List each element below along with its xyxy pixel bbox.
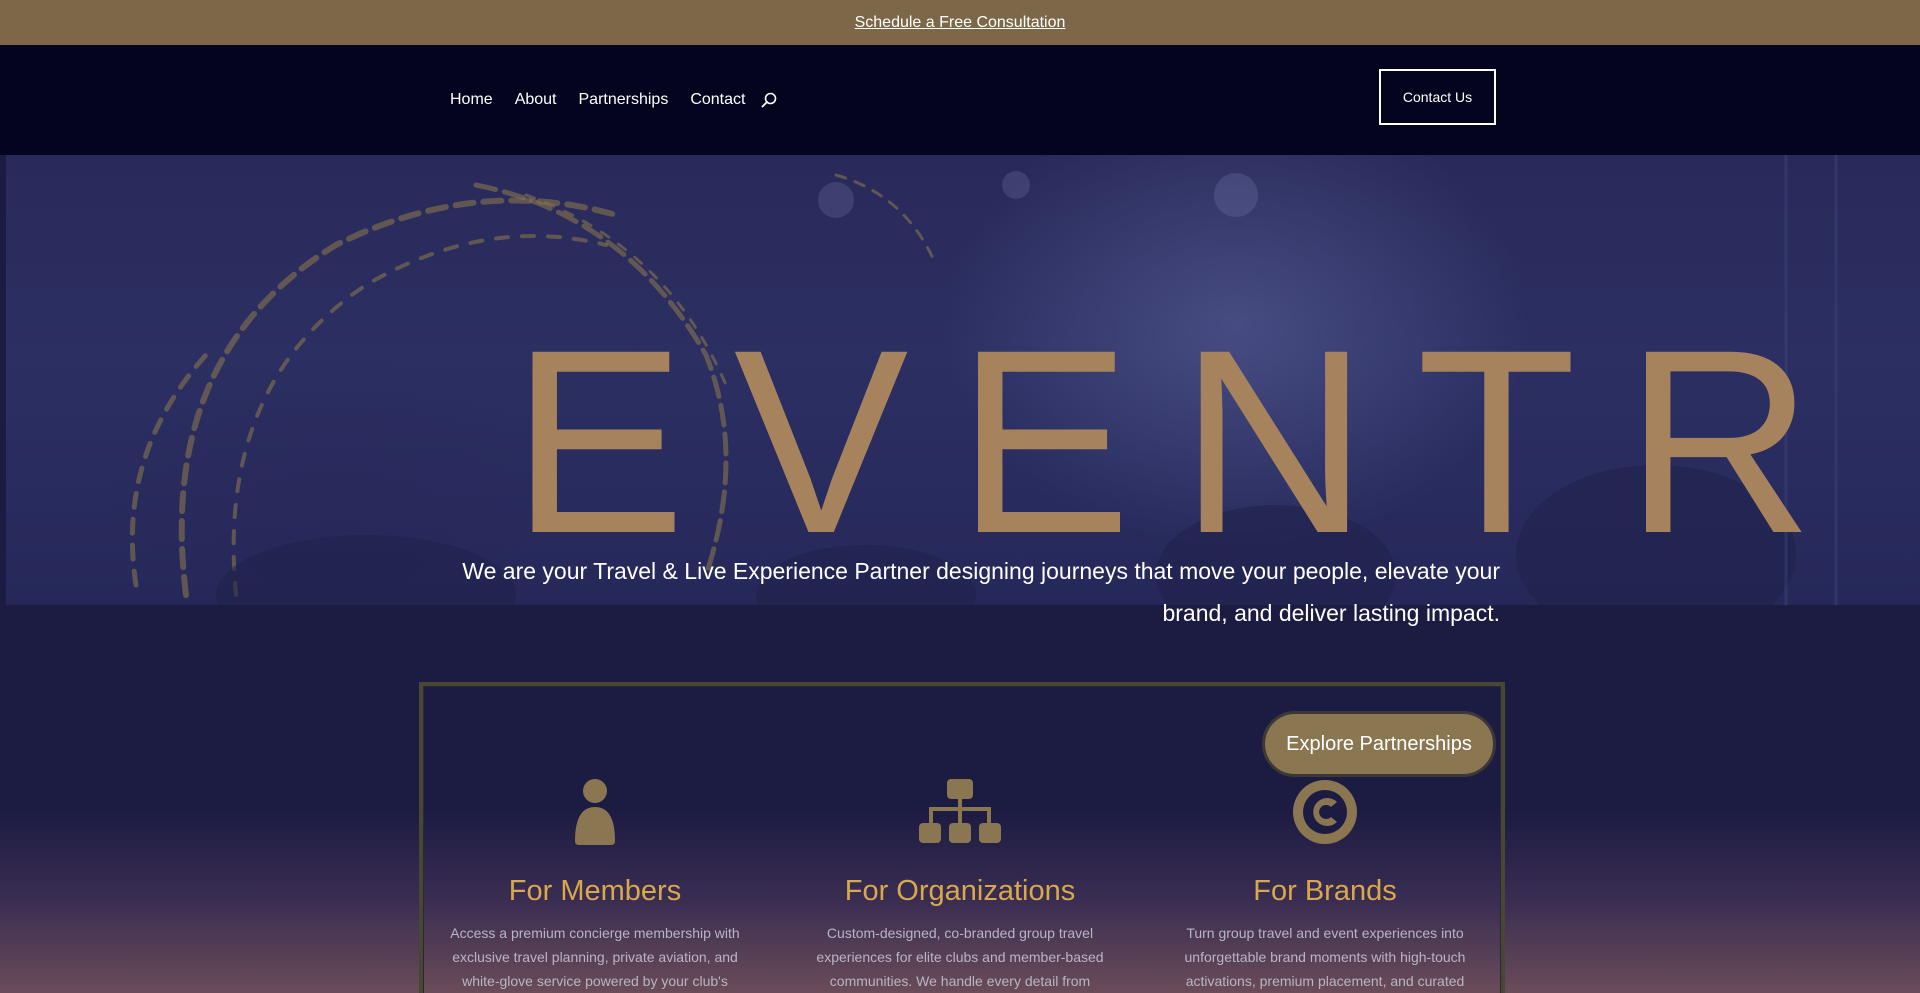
main-nav: Home About Partnerships Contact bbox=[450, 45, 779, 155]
hero-section: EVENTRA bbox=[6, 155, 1920, 605]
hero-tagline: We are your Travel & Live Experience Par… bbox=[450, 550, 1500, 634]
column-brands: For Brands Turn group travel and event e… bbox=[1175, 775, 1475, 993]
explore-partnerships-button[interactable]: Explore Partnerships bbox=[1262, 711, 1496, 777]
brands-text-line: activations, premium placement, and cura… bbox=[1185, 973, 1465, 989]
person-icon bbox=[550, 775, 640, 849]
tagline-line-1: We are your Travel & Live Experience Par… bbox=[462, 558, 1500, 584]
org-chart-icon bbox=[915, 775, 1005, 849]
members-description: Access a premium concierge membership wi… bbox=[445, 921, 745, 993]
organizations-text-line: communities. We handle every detail from bbox=[829, 973, 1091, 989]
schedule-consultation-link[interactable]: Schedule a Free Consultation bbox=[855, 14, 1066, 32]
top-banner: Schedule a Free Consultation bbox=[0, 0, 1920, 45]
members-title: For Members bbox=[508, 875, 682, 907]
brands-description: Turn group travel and event experiences … bbox=[1175, 921, 1475, 993]
page: Schedule a Free Consultation Home About … bbox=[0, 0, 1920, 993]
organizations-description: Custom-designed, co-branded group travel… bbox=[810, 921, 1110, 993]
members-text-line: Access a premium concierge membership wi… bbox=[450, 925, 740, 941]
members-text-line: exclusive travel planning, private aviat… bbox=[452, 949, 738, 965]
organizations-text-line: experiences for elite clubs and member-b… bbox=[816, 949, 1104, 965]
members-text-line: white-glove service powered by your club… bbox=[462, 973, 728, 989]
tagline-line-2: brand, and deliver lasting impact. bbox=[1162, 600, 1500, 626]
brands-title: For Brands bbox=[1253, 875, 1397, 907]
brands-text-line: unforgettable brand moments with high-to… bbox=[1184, 949, 1466, 965]
search-icon[interactable] bbox=[759, 90, 779, 110]
nav-contact[interactable]: Contact bbox=[690, 91, 745, 109]
eventra-wordmark: EVENTRA bbox=[511, 310, 1841, 550]
wordmark-text: EVENTRA bbox=[511, 310, 1841, 550]
copyright-icon bbox=[1280, 775, 1370, 849]
organizations-text-line: Custom-designed, co-branded group travel bbox=[826, 925, 1094, 941]
brands-text-line: Turn group travel and event experiences … bbox=[1186, 925, 1464, 941]
nav-home[interactable]: Home bbox=[450, 91, 493, 109]
contact-us-button[interactable]: Contact Us bbox=[1379, 69, 1496, 125]
nav-about[interactable]: About bbox=[515, 91, 557, 109]
site-header: Home About Partnerships Contact Contact … bbox=[0, 45, 1920, 155]
nav-partnerships[interactable]: Partnerships bbox=[579, 91, 669, 109]
column-members: For Members Access a premium concierge m… bbox=[445, 775, 745, 993]
organizations-title: For Organizations bbox=[844, 875, 1076, 907]
column-organizations: For Organizations Custom-designed, co-br… bbox=[810, 775, 1110, 993]
